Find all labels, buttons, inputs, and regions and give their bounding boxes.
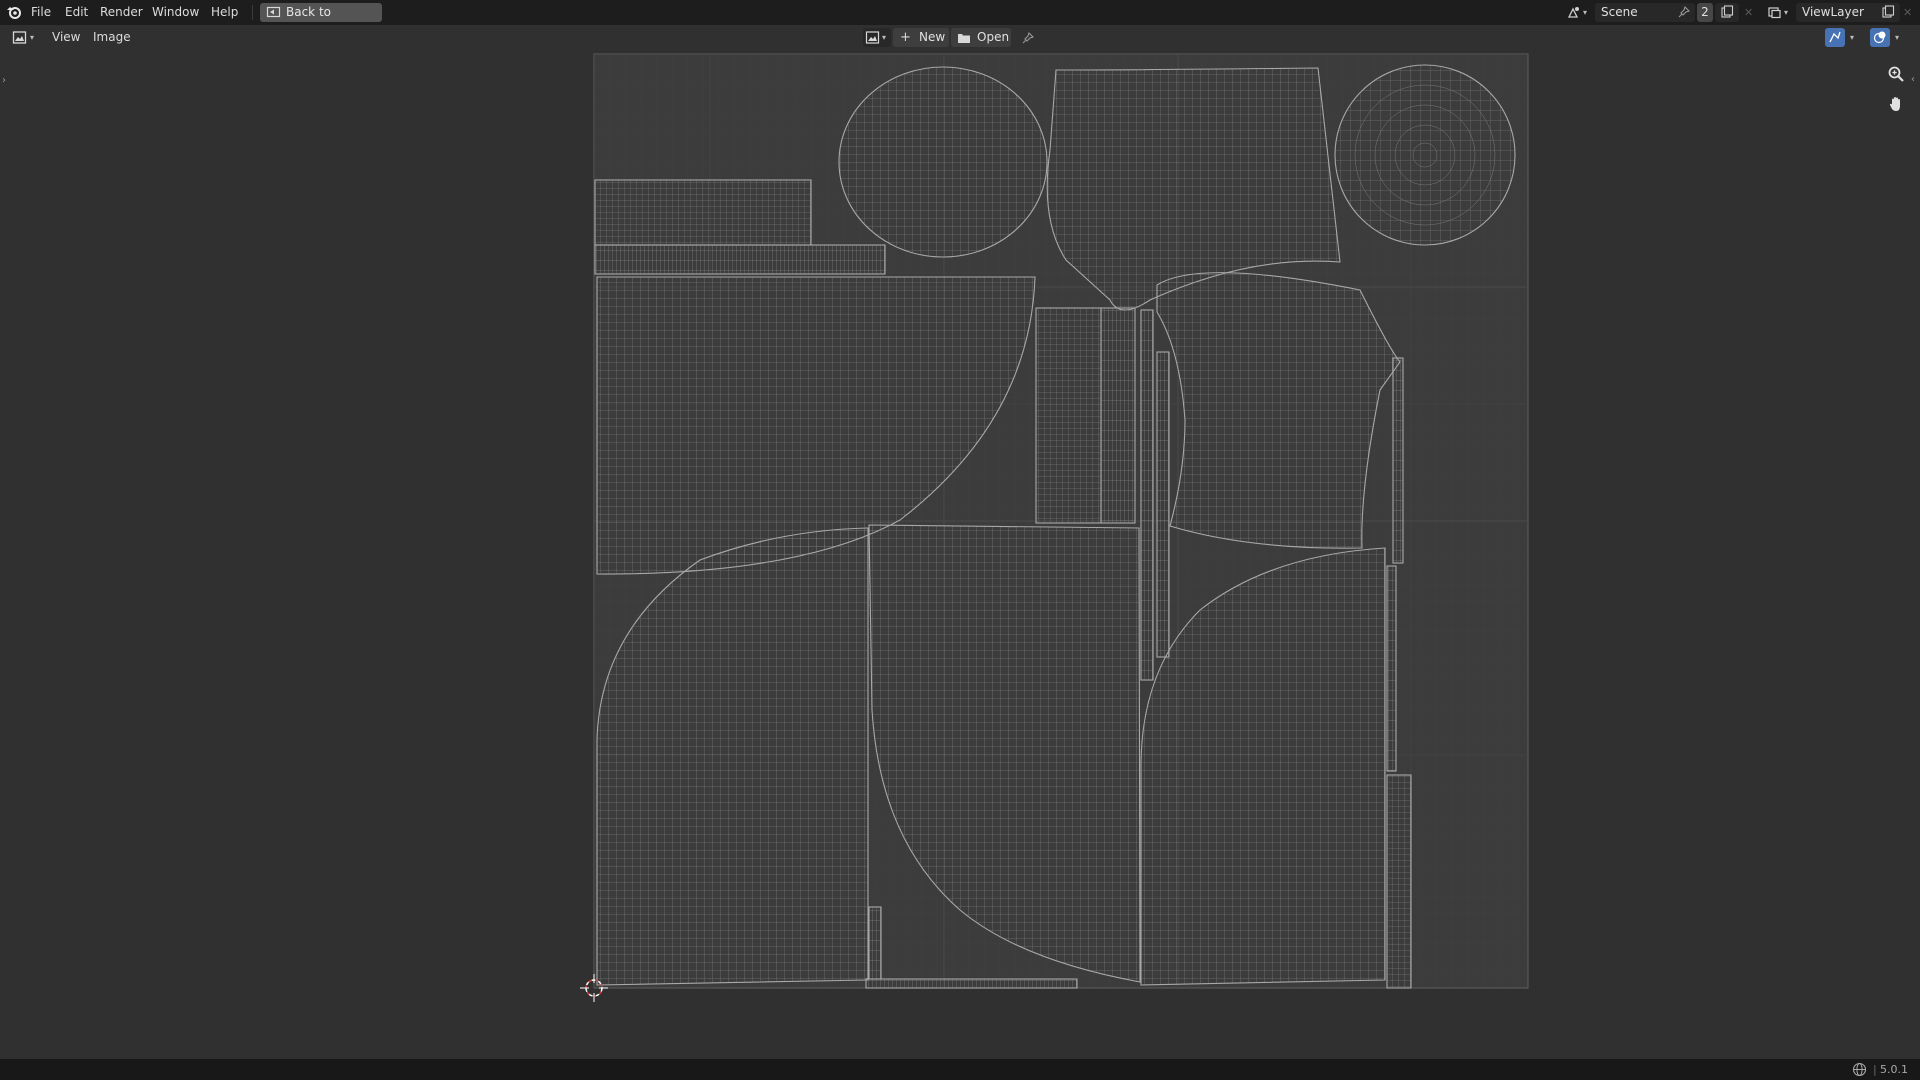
view-layer-selector-button[interactable]: ▾ <box>1764 3 1794 22</box>
chevron-down-icon[interactable]: ▾ <box>1895 25 1899 50</box>
status-divider: | <box>1873 1063 1877 1076</box>
new-view-layer-button[interactable] <box>1876 3 1900 22</box>
menu-image[interactable]: Image <box>93 25 131 50</box>
chevron-down-icon[interactable]: ▾ <box>1850 25 1854 50</box>
new-image-button[interactable]: + New <box>893 28 949 47</box>
uv-island <box>1334 64 1516 246</box>
view-layer-name: ViewLayer <box>1802 5 1864 19</box>
uv-island <box>1386 774 1412 989</box>
uv-editor-canvas[interactable]: › ‹ <box>0 50 1920 1059</box>
open-image-button[interactable]: Open <box>951 28 1011 47</box>
scene-name-field[interactable]: Scene <box>1595 3 1695 22</box>
overlay-icon <box>1873 30 1887 44</box>
uv-sync-toggle[interactable] <box>1825 28 1845 47</box>
uv-layout[interactable] <box>0 50 1920 1059</box>
uv-island <box>865 978 1078 989</box>
hand-icon <box>1887 95 1905 113</box>
menu-window[interactable]: Window <box>152 0 199 25</box>
image-browse-button[interactable]: ▾ <box>863 28 891 47</box>
open-image-label: Open <box>977 30 1010 44</box>
uv-sync-icon <box>1828 30 1842 44</box>
menu-render[interactable]: Render <box>100 0 143 25</box>
editor-type-button[interactable]: ▾ <box>9 28 39 47</box>
close-icon[interactable]: ✕ <box>1744 0 1753 25</box>
zoom-icon <box>1887 65 1905 83</box>
chevron-down-icon: ▾ <box>1784 8 1789 17</box>
new-scene-button[interactable] <box>1715 3 1739 22</box>
sidebar-toggle-left[interactable]: › <box>2 75 6 86</box>
back-to-previous-button[interactable]: Back to Previous <box>260 3 382 38</box>
chevron-down-icon: ▾ <box>30 33 35 42</box>
uv-island <box>1386 565 1397 772</box>
divider <box>252 5 253 20</box>
scene-icon <box>1566 5 1581 20</box>
duplicate-icon <box>1881 5 1895 19</box>
pan-gizmo[interactable] <box>1884 92 1908 116</box>
uv-island <box>868 906 882 980</box>
duplicate-icon <box>1720 5 1734 19</box>
uv-island <box>594 244 886 275</box>
uv-island <box>1035 307 1102 524</box>
overlay-toggle[interactable] <box>1870 28 1890 47</box>
scene-name: Scene <box>1601 5 1638 19</box>
uv-island <box>1392 357 1404 564</box>
view-layer-name-field[interactable]: ViewLayer <box>1796 3 1882 22</box>
image-editor-icon <box>12 30 27 45</box>
pin-icon[interactable] <box>1021 31 1035 45</box>
uv-island <box>1100 307 1136 524</box>
globe-icon[interactable] <box>1852 1062 1867 1077</box>
uv-island <box>594 179 812 246</box>
pin-icon[interactable] <box>1677 5 1691 19</box>
top-bar: File Edit Render Window Help Back to Pre… <box>0 0 1920 38</box>
status-bar: | 5.0.1 <box>0 1059 1920 1080</box>
menu-help[interactable]: Help <box>211 0 238 25</box>
menu-file[interactable]: File <box>31 0 51 25</box>
uv-island <box>1156 351 1170 658</box>
blender-logo-icon[interactable] <box>6 4 22 20</box>
sidebar-toggle-right[interactable]: ‹ <box>1911 74 1915 85</box>
menu-view[interactable]: View <box>52 25 80 50</box>
new-image-label: New <box>919 30 946 44</box>
uv-island <box>1140 309 1154 681</box>
chevron-down-icon: ▾ <box>882 33 887 42</box>
zoom-gizmo[interactable] <box>1884 62 1908 86</box>
menu-edit[interactable]: Edit <box>65 0 88 25</box>
close-icon[interactable]: ✕ <box>1903 0 1912 25</box>
image-browse-icon <box>865 30 880 45</box>
view-layer-icon <box>1767 5 1782 20</box>
back-to-previous-icon <box>266 5 281 20</box>
uv-island <box>838 66 1048 258</box>
scene-selector-button[interactable]: ▾ <box>1563 3 1593 22</box>
chevron-down-icon: ▾ <box>1583 8 1588 17</box>
image-editor-header: ▾ View Image ▾ + New Open ▾ ▾ <box>0 25 1920 50</box>
folder-icon <box>957 31 971 44</box>
plus-icon: + <box>900 30 911 45</box>
blender-version: 5.0.1 <box>1880 1063 1908 1076</box>
scene-user-count[interactable]: 2 <box>1697 3 1713 22</box>
